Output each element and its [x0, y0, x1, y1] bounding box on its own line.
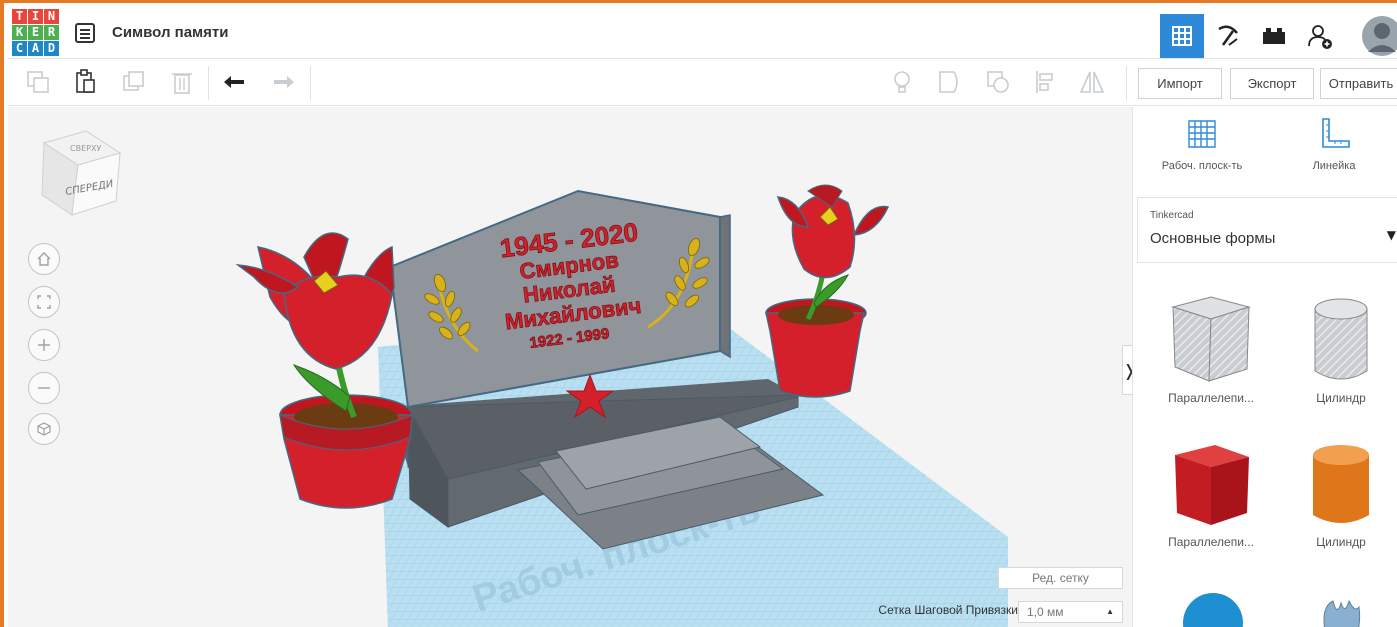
- tulip-pot-right: [765, 184, 890, 398]
- plus-icon: [38, 339, 50, 351]
- pickaxe-icon: [1218, 25, 1238, 46]
- sphere-icon: [1183, 593, 1243, 627]
- shape-box[interactable]: Параллелепи...: [1151, 433, 1271, 563]
- toolbar-divider: [208, 66, 209, 100]
- zoom-in-button[interactable]: [28, 329, 60, 361]
- zoom-out-button[interactable]: [28, 372, 60, 404]
- design-menu-icon[interactable]: [74, 22, 96, 44]
- avatar[interactable]: [1352, 14, 1397, 58]
- collapse-panel-button[interactable]: ❭: [1122, 345, 1132, 395]
- workplane-tool-label: Рабоч. плоск-ть: [1161, 160, 1243, 172]
- minus-icon: [38, 387, 50, 389]
- undo-icon[interactable]: [220, 68, 248, 96]
- shape-library-select[interactable]: Tinkercad Основные формы ▼: [1137, 197, 1397, 263]
- toolbar-divider: [310, 66, 311, 100]
- bricks-button[interactable]: [1252, 14, 1296, 58]
- home-icon: [37, 252, 51, 266]
- logo-letter: I: [28, 9, 43, 24]
- app-frame: TIN KER CAD Символ памяти Импорт Экспорт О…: [0, 0, 1397, 627]
- toolbar-divider: [1126, 66, 1127, 100]
- lightbulb-icon[interactable]: [888, 68, 916, 96]
- workplane-canvas[interactable]: Рабоч. плоск-ть СВЕРХУ СПЕРЕДИ 1945 - 20…: [8, 107, 1132, 627]
- copy-icon[interactable]: [24, 68, 52, 96]
- library-source: Tinkercad: [1150, 210, 1194, 221]
- shape-box-hole[interactable]: Параллелепи...: [1151, 289, 1271, 419]
- chevron-right-icon: ❭: [1123, 361, 1132, 380]
- mirror-icon[interactable]: [1078, 68, 1106, 96]
- shape-label: Цилиндр: [1316, 391, 1366, 405]
- logo-letter: R: [44, 25, 59, 40]
- cube-view-icon: [37, 422, 51, 436]
- send-button[interactable]: Отправить: [1320, 68, 1397, 99]
- dropdown-arrow-icon: ▼: [1386, 228, 1396, 242]
- workplane-grid-icon: [1188, 120, 1216, 148]
- fit-icon: [37, 295, 51, 309]
- logo-letter: T: [12, 9, 27, 24]
- shapes-panel: Рабоч. плоск-ть Линейка Tinkercad Основн…: [1132, 107, 1397, 627]
- shape-cylinder[interactable]: Цилиндр: [1281, 433, 1397, 563]
- box-hole-icon: [1171, 296, 1251, 382]
- view-cube[interactable]: СВЕРХУ СПЕРЕДИ: [41, 130, 122, 216]
- logo-letter: N: [44, 9, 59, 24]
- snap-grid-label: Сетка Шаговой Привязки: [878, 603, 1018, 617]
- ungroup-icon[interactable]: [984, 68, 1012, 96]
- fit-view-button[interactable]: [28, 286, 60, 318]
- ruler-tool-label: Линейка: [1312, 160, 1356, 172]
- edit-grid-button[interactable]: Ред. сетку: [998, 567, 1123, 589]
- shape-label: Цилиндр: [1316, 535, 1366, 549]
- shape-cylinder-hole[interactable]: Цилиндр: [1281, 289, 1397, 419]
- caret-up-icon: ▲: [1106, 607, 1114, 616]
- 3d-design-button[interactable]: [1160, 14, 1204, 58]
- grid-icon: [1172, 26, 1192, 46]
- redo-icon[interactable]: [270, 68, 298, 96]
- ruler-tool[interactable]: Линейка: [1269, 117, 1397, 172]
- shape-sphere[interactable]: [1151, 577, 1271, 627]
- header: TIN KER CAD Символ памяти: [8, 6, 1397, 59]
- scene-3d: Рабоч. плоск-ть СВЕРХУ СПЕРЕДИ 1945 - 20…: [41, 130, 1008, 627]
- logo-letter: C: [12, 41, 27, 56]
- duplicate-icon[interactable]: [120, 68, 148, 96]
- design-title[interactable]: Символ памяти: [112, 24, 228, 41]
- shape-label: Параллелепи...: [1168, 535, 1254, 549]
- workplane-tool[interactable]: Рабоч. плоск-ть: [1137, 117, 1267, 172]
- cylinder-hole-icon: [1314, 298, 1368, 380]
- scribble-icon: [1323, 599, 1361, 627]
- brick-icon: [1263, 28, 1285, 44]
- align-icon[interactable]: [1032, 68, 1060, 96]
- perspective-button[interactable]: [28, 413, 60, 445]
- tinkercad-logo[interactable]: TIN KER CAD: [12, 9, 60, 57]
- logo-letter: D: [44, 41, 59, 56]
- viewcube-top-label: СВЕРХУ: [70, 144, 101, 153]
- import-button[interactable]: Импорт: [1138, 68, 1222, 99]
- library-name: Основные формы: [1150, 230, 1276, 247]
- snap-grid-select[interactable]: 1,0 мм ▲: [1018, 601, 1123, 623]
- export-button[interactable]: Экспорт: [1230, 68, 1314, 99]
- cylinder-icon: [1313, 445, 1369, 523]
- shape-label: Параллелепи...: [1168, 391, 1254, 405]
- add-user-icon: [1308, 25, 1332, 49]
- avatar-icon: [1362, 16, 1397, 56]
- add-user-button[interactable]: [1298, 14, 1342, 58]
- logo-letter: E: [28, 25, 43, 40]
- box-icon: [1175, 445, 1249, 525]
- logo-letter: A: [28, 41, 43, 56]
- logo-letter: K: [12, 25, 27, 40]
- ruler-icon: [1322, 118, 1350, 148]
- paste-icon[interactable]: [72, 68, 100, 96]
- home-view-button[interactable]: [28, 243, 60, 275]
- toolbar: Импорт Экспорт Отправить: [8, 60, 1397, 106]
- codeblocks-button[interactable]: [1206, 14, 1250, 58]
- snap-grid-value: 1,0 мм: [1027, 605, 1064, 619]
- group-icon[interactable]: [936, 68, 964, 96]
- shape-scribble[interactable]: [1281, 577, 1397, 627]
- delete-icon[interactable]: [168, 68, 196, 96]
